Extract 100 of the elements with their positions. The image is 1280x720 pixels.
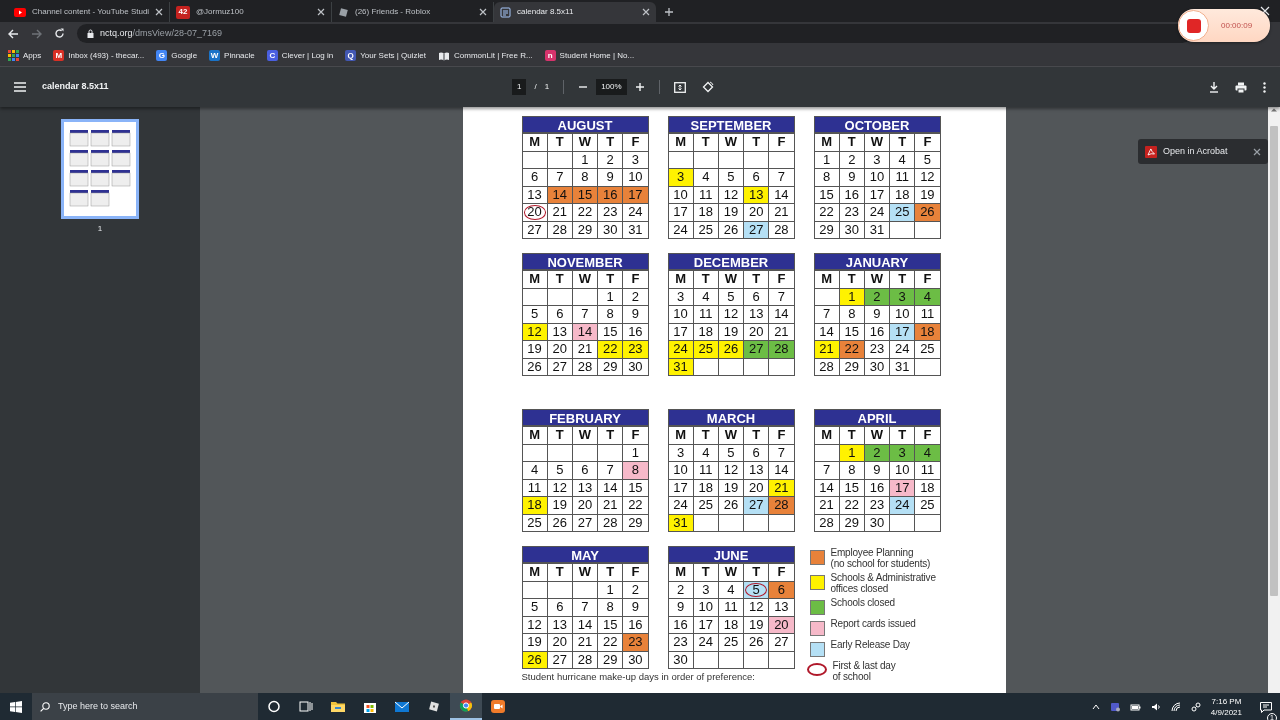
day-cell: 25 [522,514,548,532]
page-separator: / [534,81,537,93]
day-cell: 20 [743,479,769,497]
weekday-header: M [814,270,840,288]
wifi-icon[interactable] [1170,701,1181,712]
mail-icon[interactable] [395,700,409,713]
weekday-header: M [668,426,694,444]
weekday-header: W [864,426,890,444]
day-cell: 7 [597,461,623,479]
day-cell: 14 [768,461,794,479]
day-cell: 3 [668,288,694,306]
notification-icon[interactable] [1260,701,1272,713]
weekday-header: F [622,133,648,151]
clock-date[interactable]: 4/9/2021 [1210,706,1242,718]
folder-icon[interactable] [331,700,345,713]
day-cell: 10 [864,168,890,186]
menu-icon[interactable] [14,82,26,92]
close-icon[interactable] [479,8,487,16]
pdf-icon [1145,145,1157,158]
fit-page-icon[interactable] [673,81,686,93]
bookmark-link[interactable]: Apps [8,49,42,62]
rotate-icon[interactable] [701,81,714,93]
bookmark-link[interactable]: W Pinnacle [209,49,255,62]
day-cell: 4 [693,288,719,306]
day-cell: 25 [693,496,719,514]
day-cell: 2 [597,151,623,169]
day-cell: 27 [522,221,548,239]
open-in-acrobat-link[interactable]: Open in Acrobat [1163,144,1247,159]
day-cell: 28 [814,358,840,376]
zoom-in-icon[interactable] [634,82,645,92]
month-title: MAY [521,546,649,563]
day-cell: 15 [597,616,623,634]
day-cell: 30 [622,651,648,669]
day-cell: 19 [522,340,548,358]
legend-label: First & last day of school [832,661,896,682]
bookmark-link[interactable]: Q Your Sets | Quizlet [345,49,427,62]
back-icon[interactable] [8,28,19,39]
new-tab-icon[interactable] [664,7,674,17]
windows-logo-icon[interactable] [10,700,22,713]
day-cell: 14 [768,305,794,323]
scrollbar-thumb[interactable] [1270,126,1278,596]
more-icon[interactable] [1263,81,1266,93]
day-cell: 6 [743,288,769,306]
shopping-bag-icon[interactable] [363,700,377,713]
recorder-widget[interactable]: 00:00:09 [1178,9,1270,42]
day-cell: 22 [597,633,623,651]
day-cell: 30 [839,221,865,239]
print-icon[interactable] [1235,81,1247,93]
day-cell: 4 [693,444,719,462]
network-icon[interactable] [1190,701,1201,712]
close-icon[interactable] [155,8,164,16]
weekday-header: W [718,563,744,581]
people-icon[interactable] [1109,701,1120,712]
taskbar-search-field[interactable]: Type here to search [32,693,258,720]
month-title: FEBRUARY [521,409,649,426]
zoom-field[interactable]: 100% [596,79,627,95]
bookmark-link[interactable]: n Student Home | No... [544,49,635,62]
weekday-header: F [914,270,940,288]
weekday-header: T [597,426,623,444]
day-cell: 24 [889,340,915,358]
day-cell: 31 [622,221,648,239]
battery-icon[interactable] [1129,701,1141,712]
bookmark-link[interactable]: CommonLit | Free R... [438,49,533,62]
day-cell: 31 [889,358,915,376]
close-icon[interactable] [642,8,650,16]
day-cell: 3 [693,581,719,599]
weekday-header: M [522,133,548,151]
day-cell: 11 [889,168,915,186]
task-view-icon[interactable] [299,700,313,713]
close-icon[interactable] [317,8,325,16]
camera-icon[interactable] [491,700,505,713]
day-cell: 19 [718,479,744,497]
letter-icon: G [156,50,168,61]
day-cell: 10 [668,461,694,479]
day-cell: 11 [718,598,744,616]
reload-icon[interactable] [54,28,65,39]
day-cell: 12 [743,598,769,616]
day-cell: 6 [572,461,598,479]
day-cell: 27 [547,358,573,376]
bookmark-link[interactable]: G Google [156,49,198,62]
weekday-header: T [889,133,915,151]
browser-tab[interactable]: calendar 8.5x11 [494,2,656,22]
day-cell: 4 [718,581,744,599]
browser-logo-icon[interactable] [459,699,473,712]
weekday-header: W [718,426,744,444]
clock-time[interactable]: 7:16 PM [1210,695,1242,707]
forward-icon[interactable] [31,28,42,39]
download-icon[interactable] [1209,81,1219,93]
day-cell: 14 [597,479,623,497]
day-cell: 7 [814,305,840,323]
stop-record-button[interactable] [1178,10,1209,41]
day-cell: 23 [864,340,890,358]
day-cell: 25 [718,633,744,651]
page-number-field[interactable]: 1 [512,79,527,95]
day-cell: 1 [622,444,648,462]
circle-icon[interactable] [267,700,281,713]
bookmark-link[interactable]: M Inbox (493) - thecar... [53,49,145,62]
bookmark-link[interactable]: C Clever | Log in [266,49,334,62]
day-cell: 4 [693,168,719,186]
volume-icon[interactable] [1150,701,1161,712]
